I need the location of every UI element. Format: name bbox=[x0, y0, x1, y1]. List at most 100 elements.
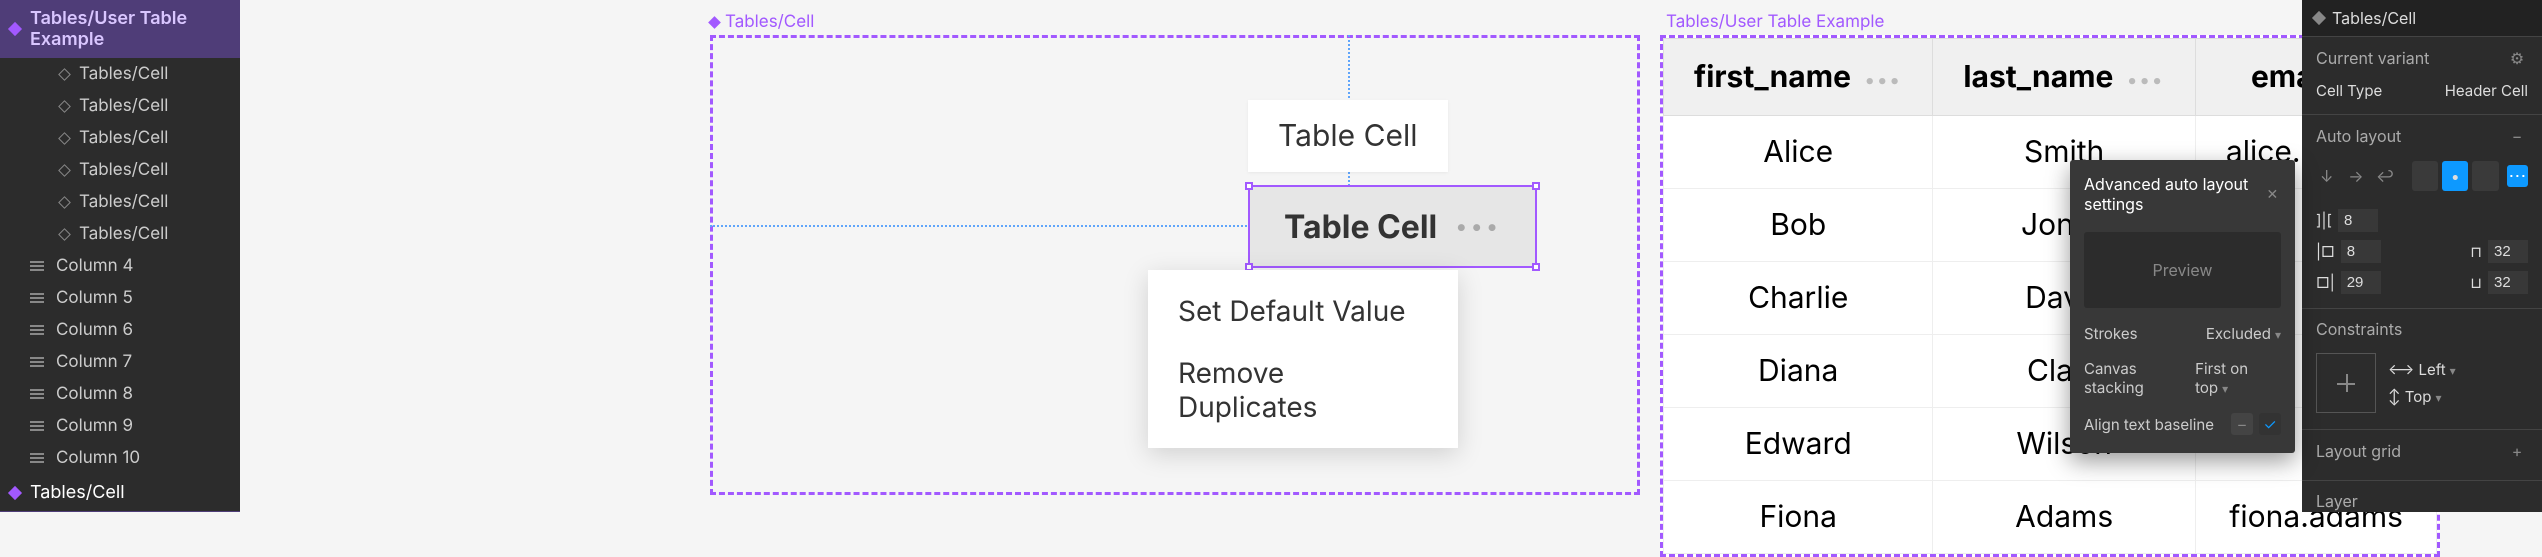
table-header[interactable]: first_name••• bbox=[1664, 39, 1933, 116]
layer-item[interactable]: Tables/Cell bbox=[0, 122, 240, 154]
layer-item[interactable]: Column 9 bbox=[0, 410, 240, 442]
label: Canvas stacking bbox=[2084, 359, 2195, 397]
constraints-diagram[interactable] bbox=[2316, 353, 2376, 413]
layer-item[interactable]: Column 7 bbox=[0, 346, 240, 378]
advanced-settings-button[interactable] bbox=[2507, 165, 2528, 187]
table-cell[interactable]: Adams bbox=[1933, 481, 2195, 554]
padding-h-input[interactable] bbox=[2341, 240, 2381, 263]
more-icon[interactable]: ••• bbox=[1865, 68, 1902, 92]
frame-icon bbox=[30, 259, 44, 273]
instance-icon bbox=[58, 68, 71, 81]
preview-box: Preview bbox=[2084, 232, 2281, 308]
selection-handle[interactable] bbox=[1532, 263, 1540, 271]
baseline-on-toggle[interactable]: ✓ bbox=[2259, 413, 2281, 435]
frame-label[interactable]: Tables/Cell bbox=[710, 12, 814, 32]
layer-item[interactable]: Column 4 bbox=[0, 250, 240, 282]
stacking-select[interactable]: First on top bbox=[2195, 359, 2281, 397]
more-icon[interactable]: ••• bbox=[2127, 68, 2164, 92]
align-tc[interactable]: • bbox=[2442, 161, 2468, 191]
more-icon[interactable]: ••• bbox=[1455, 214, 1501, 240]
layer-item[interactable]: Tables/Cell bbox=[0, 186, 240, 218]
alignment-guide bbox=[710, 225, 1250, 227]
table-cell[interactable]: Bob bbox=[1664, 189, 1933, 262]
instance-icon bbox=[58, 228, 71, 241]
prop-label: Cell Type bbox=[2316, 81, 2382, 100]
layer-item[interactable]: Tables/Cell bbox=[0, 218, 240, 250]
section-label: Layer bbox=[2316, 491, 2358, 511]
advanced-auto-layout-popup: Advanced auto layout settings Preview St… bbox=[2070, 160, 2295, 453]
table-header[interactable]: last_name••• bbox=[1933, 39, 2195, 116]
selection-handle[interactable] bbox=[1245, 182, 1253, 190]
variant-cell-selected[interactable]: Table Cell ••• bbox=[1248, 185, 1537, 268]
layer-frame-header[interactable]: Tables/User Table Example bbox=[0, 0, 240, 58]
frame-icon bbox=[30, 451, 44, 465]
section-label: Auto layout bbox=[2316, 126, 2401, 146]
table-cell[interactable]: Alice bbox=[1664, 116, 1933, 189]
remove-icon[interactable]: − bbox=[2506, 125, 2528, 147]
gap-icon: ]|[ bbox=[2316, 211, 2332, 230]
direction-vertical-icon[interactable]: ↓ bbox=[2316, 165, 2337, 187]
padding-h-icon: |□ bbox=[2316, 242, 2335, 261]
table-cell[interactable]: Charlie bbox=[1664, 262, 1933, 335]
label: Strokes bbox=[2084, 324, 2137, 343]
wrap-icon[interactable]: ↩ bbox=[2375, 165, 2396, 187]
padding-input[interactable] bbox=[2488, 271, 2528, 294]
section-label: Layout grid bbox=[2316, 441, 2401, 461]
frame-icon bbox=[30, 355, 44, 369]
component-icon bbox=[2312, 11, 2326, 25]
component-icon bbox=[8, 485, 22, 499]
selection-handle[interactable] bbox=[1532, 182, 1540, 190]
frame-icon bbox=[30, 419, 44, 433]
layer-item[interactable]: Column 10 bbox=[0, 442, 240, 474]
h-constraint-select[interactable]: ⟷ Left bbox=[2388, 360, 2456, 379]
layer-name: Tables/User Table Example bbox=[30, 8, 230, 50]
frame-icon bbox=[30, 291, 44, 305]
instance-icon bbox=[58, 164, 71, 177]
layer-item[interactable]: Tables/Cell bbox=[0, 58, 240, 90]
layer-name: Tables/Cell bbox=[30, 482, 125, 503]
canvas[interactable]: Tables/Cell Table Cell Table Cell ••• Hu… bbox=[240, 0, 2302, 512]
layer-item[interactable]: Column 6 bbox=[0, 314, 240, 346]
frame-label[interactable]: Tables/User Table Example bbox=[1660, 12, 1884, 32]
design-panel: Tables/Cell Current variant ⚙ Cell Type … bbox=[2302, 0, 2542, 512]
layer-item[interactable]: Column 8 bbox=[0, 378, 240, 410]
menu-set-default[interactable]: Set Default Value bbox=[1148, 280, 1458, 342]
component-icon bbox=[708, 16, 721, 29]
component-icon bbox=[8, 22, 22, 36]
settings-icon[interactable]: ⚙ bbox=[2506, 47, 2528, 69]
variant-cell[interactable]: Table Cell bbox=[1248, 100, 1448, 172]
v-constraint-select[interactable]: ↕ Top bbox=[2388, 387, 2441, 406]
prop-value[interactable]: Header Cell bbox=[2445, 81, 2528, 100]
table-cell[interactable]: Fiona bbox=[1664, 481, 1933, 554]
close-icon[interactable] bbox=[2264, 183, 2281, 205]
baseline-off-toggle[interactable]: – bbox=[2231, 413, 2253, 435]
table-cell[interactable]: Edward bbox=[1664, 408, 1933, 481]
layer-item[interactable]: Tables/Cell bbox=[0, 90, 240, 122]
padding-input[interactable] bbox=[2341, 271, 2381, 294]
table-cell[interactable]: Diana bbox=[1664, 335, 1933, 408]
align-tr[interactable] bbox=[2472, 161, 2498, 191]
frame-icon bbox=[30, 323, 44, 337]
padding-v-icon: ⊓ bbox=[2470, 242, 2482, 261]
align-tl[interactable] bbox=[2412, 161, 2438, 191]
instance-icon bbox=[58, 132, 71, 145]
instance-icon bbox=[58, 100, 71, 113]
add-icon[interactable]: + bbox=[2506, 440, 2528, 462]
padding-v-input[interactable] bbox=[2488, 240, 2528, 263]
padding-icon: ⊔ bbox=[2470, 273, 2482, 292]
section-label: Constraints bbox=[2316, 319, 2402, 339]
selection-breadcrumb[interactable]: Tables/Cell bbox=[2302, 0, 2542, 36]
strokes-select[interactable]: Excluded bbox=[2206, 324, 2281, 343]
gap-input[interactable] bbox=[2338, 209, 2378, 232]
layer-frame-header-2[interactable]: Tables/Cell bbox=[0, 474, 240, 511]
layer-item[interactable]: Tables/Cell bbox=[0, 154, 240, 186]
popup-title: Advanced auto layout settings bbox=[2084, 174, 2264, 214]
direction-horizontal-icon[interactable]: → bbox=[2345, 165, 2366, 187]
frame-icon bbox=[30, 387, 44, 401]
padding-icon: □| bbox=[2316, 273, 2335, 292]
layers-panel: Tables/User Table Example Tables/CellTab… bbox=[0, 0, 240, 512]
section-label: Current variant bbox=[2316, 48, 2429, 68]
layer-item[interactable]: Column 5 bbox=[0, 282, 240, 314]
menu-remove-duplicates[interactable]: Remove Duplicates bbox=[1148, 342, 1458, 438]
label: Align text baseline bbox=[2084, 415, 2214, 434]
